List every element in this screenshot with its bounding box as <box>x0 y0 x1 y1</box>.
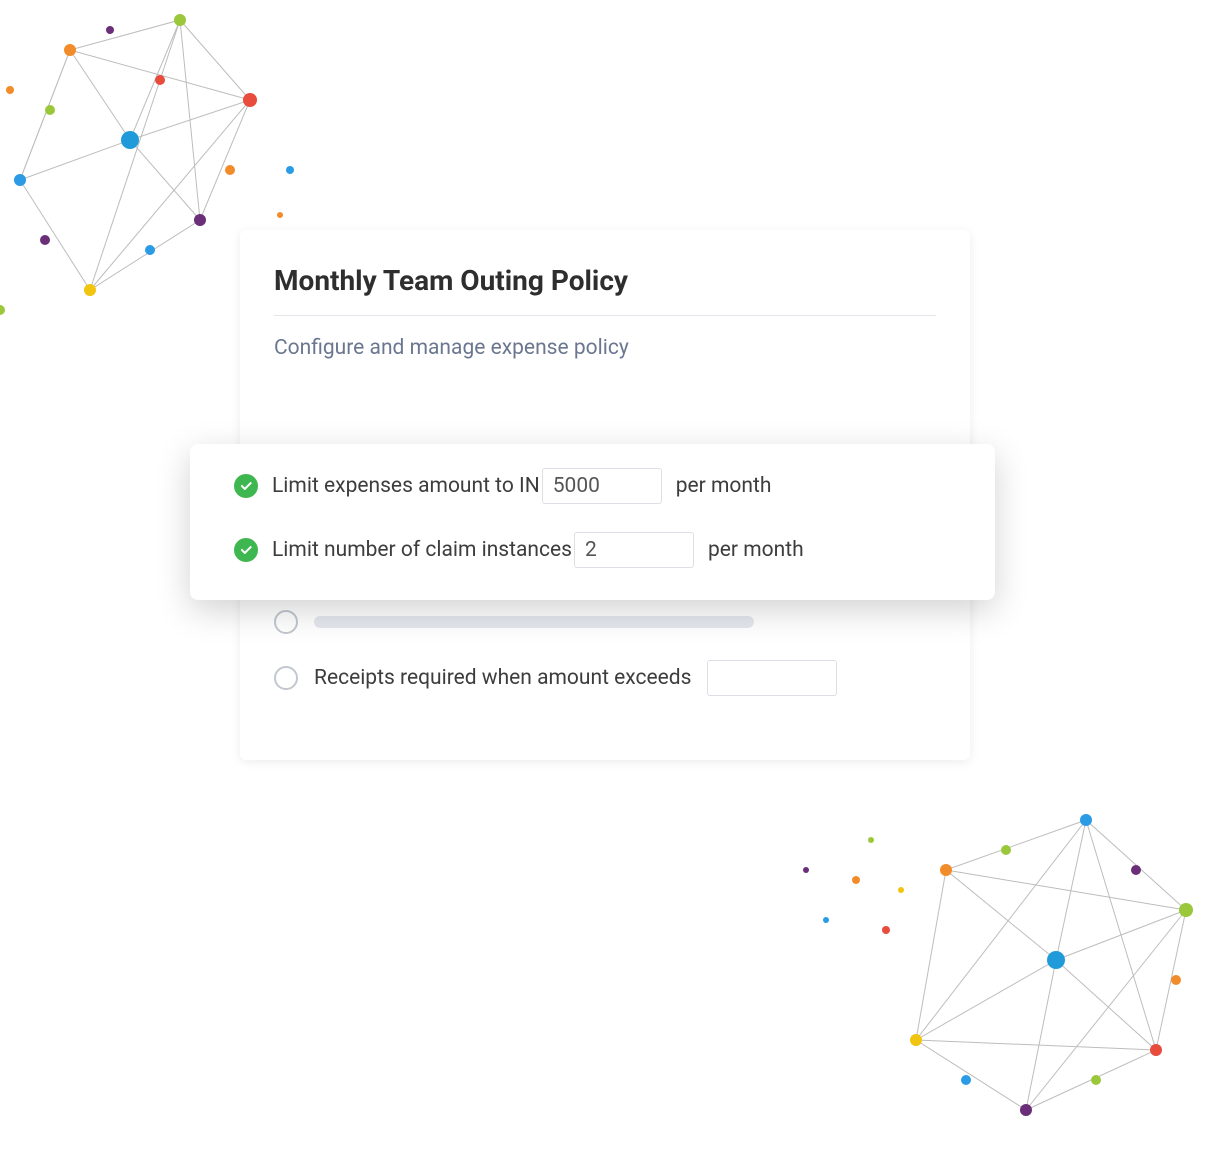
policy-option-placeholder-2[interactable] <box>274 610 936 634</box>
policy-option-receipts[interactable]: Receipts required when amount exceeds <box>274 660 936 696</box>
limit-instances-input[interactable] <box>574 532 694 568</box>
rule-limit-amount-suffix: per month <box>676 474 772 498</box>
network-decoration-bottom-right <box>746 750 1206 1150</box>
check-icon <box>234 538 258 562</box>
rule-limit-amount: Limit expenses amount to IN per month <box>234 468 951 504</box>
receipts-label: Receipts required when amount exceeds <box>314 666 691 690</box>
rule-limit-instances-prefix: Limit number of claim instances <box>272 538 572 562</box>
policy-title: Monthly Team Outing Policy <box>274 264 936 297</box>
radio-icon <box>274 610 298 634</box>
receipts-amount-input[interactable] <box>707 660 837 696</box>
limit-amount-input[interactable] <box>542 468 662 504</box>
radio-icon <box>274 666 298 690</box>
placeholder-text <box>314 616 754 628</box>
rule-limit-instances: Limit number of claim instances per mont… <box>234 532 951 568</box>
policy-subtitle: Configure and manage expense policy <box>274 336 936 360</box>
divider <box>274 315 936 316</box>
check-icon <box>234 474 258 498</box>
policy-rules-overlay: Limit expenses amount to IN per month Li… <box>190 444 995 600</box>
rule-limit-instances-suffix: per month <box>708 538 804 562</box>
rule-limit-amount-prefix: Limit expenses amount to IN <box>272 474 540 498</box>
